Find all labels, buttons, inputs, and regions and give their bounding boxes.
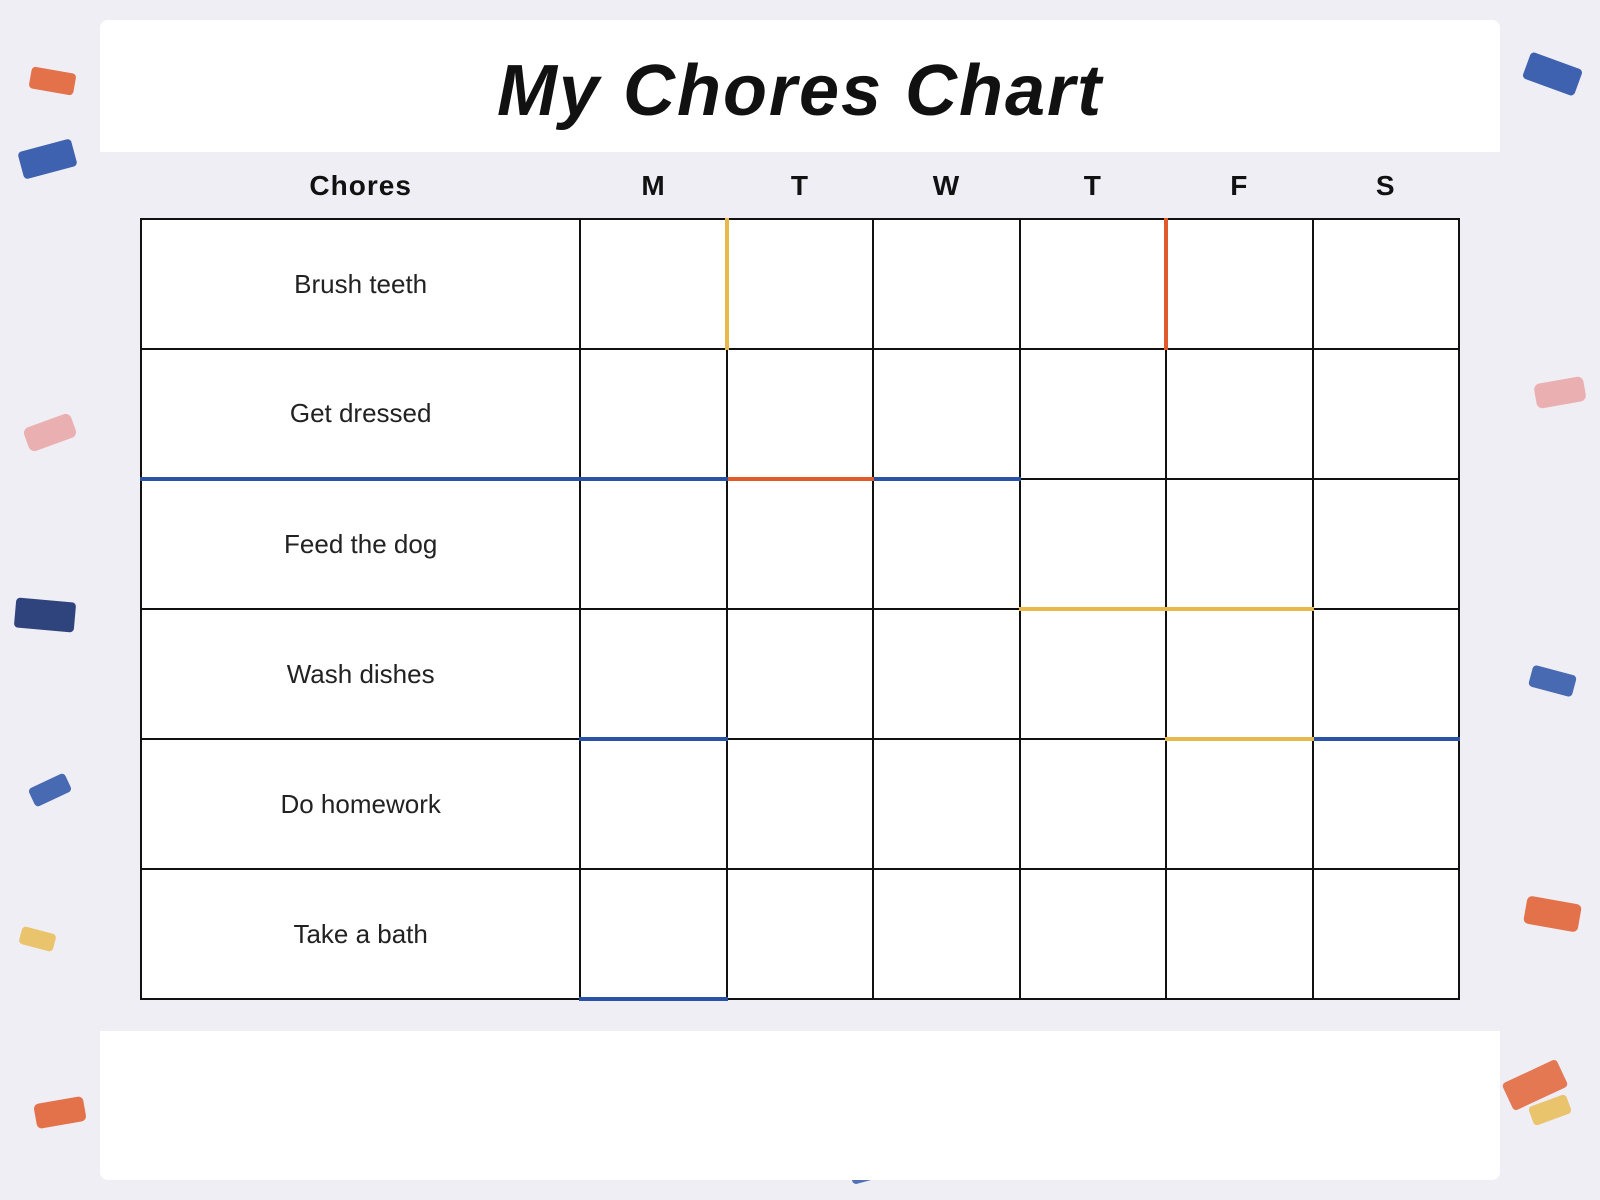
confetti-blue-1: [17, 138, 77, 179]
cell-2-w[interactable]: [873, 349, 1019, 479]
chore-name-1: Brush teeth: [141, 219, 580, 349]
cell-6-s[interactable]: [1313, 869, 1459, 999]
confetti-blue-3: [1522, 51, 1583, 96]
confetti-yellow-1: [18, 926, 56, 952]
cell-1-w[interactable]: [873, 219, 1019, 349]
cell-4-w[interactable]: [873, 609, 1019, 739]
confetti-blue-2: [28, 772, 73, 807]
day-header-m: M: [580, 162, 726, 219]
confetti-orange-1: [28, 66, 76, 95]
confetti-orange-2: [33, 1096, 87, 1129]
cell-4-m[interactable]: [580, 609, 726, 739]
chore-row-5: Do homework: [141, 739, 1459, 869]
chore-row-2: Get dressed: [141, 349, 1459, 479]
cell-2-t1[interactable]: [727, 349, 873, 479]
chart-container: Chores M T W T F S Brush teeth: [100, 152, 1500, 1031]
confetti-darkblue-1: [14, 597, 76, 632]
chore-row-3: Feed the dog: [141, 479, 1459, 609]
cell-2-f[interactable]: [1166, 349, 1312, 479]
confetti-orange-3: [1523, 895, 1582, 932]
chore-row-1: Brush teeth: [141, 219, 1459, 349]
confetti-pink-2: [1533, 376, 1587, 409]
chore-row-6: Take a bath: [141, 869, 1459, 999]
page-title: My Chores Chart: [120, 50, 1480, 132]
chore-name-5: Do homework: [141, 739, 580, 869]
confetti-pink-1: [22, 412, 78, 453]
day-header-w: W: [873, 162, 1019, 219]
chore-name-2: Get dressed: [141, 349, 580, 479]
cell-3-t1[interactable]: [727, 479, 873, 609]
cell-6-t1[interactable]: [727, 869, 873, 999]
cell-1-f[interactable]: [1166, 219, 1312, 349]
page-wrapper: My Chores Chart Chores M T W T F S Brush…: [100, 20, 1500, 1180]
day-header-t1: T: [727, 162, 873, 219]
cell-3-f[interactable]: [1166, 479, 1312, 609]
day-header-f: F: [1166, 162, 1312, 219]
cell-6-t2[interactable]: [1020, 869, 1166, 999]
cell-3-m[interactable]: [580, 479, 726, 609]
cell-2-m[interactable]: [580, 349, 726, 479]
cell-4-t2[interactable]: [1020, 609, 1166, 739]
chore-name-6: Take a bath: [141, 869, 580, 999]
cell-6-m[interactable]: [580, 869, 726, 999]
cell-6-w[interactable]: [873, 869, 1019, 999]
cell-4-f[interactable]: [1166, 609, 1312, 739]
cell-5-w[interactable]: [873, 739, 1019, 869]
cell-5-m[interactable]: [580, 739, 726, 869]
chores-table: Chores M T W T F S Brush teeth: [140, 162, 1460, 1001]
cell-2-t2[interactable]: [1020, 349, 1166, 479]
chore-row-4: Wash dishes: [141, 609, 1459, 739]
cell-1-t1[interactable]: [727, 219, 873, 349]
header-row: Chores M T W T F S: [141, 162, 1459, 219]
day-header-s: S: [1313, 162, 1459, 219]
cell-1-m[interactable]: [580, 219, 726, 349]
title-section: My Chores Chart: [100, 20, 1500, 152]
cell-2-s[interactable]: [1313, 349, 1459, 479]
chore-name-4: Wash dishes: [141, 609, 580, 739]
cell-1-t2[interactable]: [1020, 219, 1166, 349]
cell-3-s[interactable]: [1313, 479, 1459, 609]
cell-4-s[interactable]: [1313, 609, 1459, 739]
cell-3-t2[interactable]: [1020, 479, 1166, 609]
cell-4-t1[interactable]: [727, 609, 873, 739]
cell-1-s[interactable]: [1313, 219, 1459, 349]
cell-6-f[interactable]: [1166, 869, 1312, 999]
chores-header: Chores: [141, 162, 580, 219]
cell-5-t2[interactable]: [1020, 739, 1166, 869]
day-header-t2: T: [1020, 162, 1166, 219]
cell-5-s[interactable]: [1313, 739, 1459, 869]
cell-5-f[interactable]: [1166, 739, 1312, 869]
confetti-blue-4: [1528, 665, 1577, 698]
cell-3-w[interactable]: [873, 479, 1019, 609]
cell-5-t1[interactable]: [727, 739, 873, 869]
chore-name-3: Feed the dog: [141, 479, 580, 609]
